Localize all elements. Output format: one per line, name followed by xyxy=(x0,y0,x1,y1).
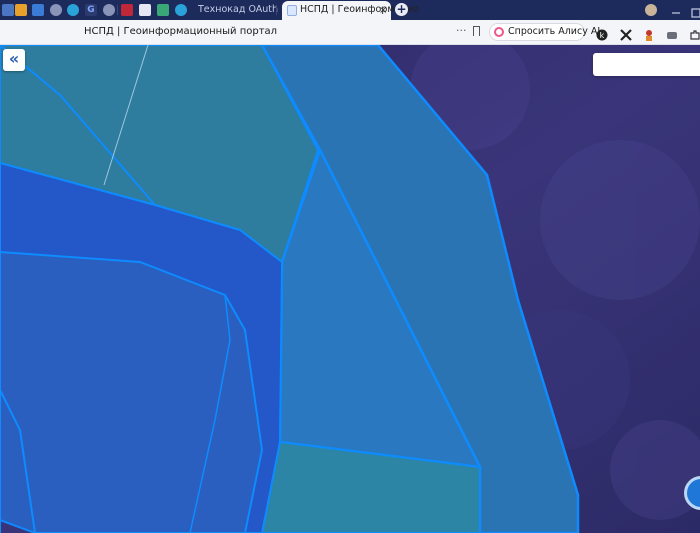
extension-k-icon[interactable]: k xyxy=(596,26,608,41)
more-options-icon[interactable]: ··· xyxy=(456,20,467,42)
page-title: НСПД | Геоинформационный портал xyxy=(84,26,278,37)
tab-close-button[interactable]: × xyxy=(379,1,387,20)
new-tab-button[interactable]: + xyxy=(395,3,408,16)
tab-separator xyxy=(276,5,277,15)
browser-toolbar: НСПД | Геоинформационный портал ··· Спро… xyxy=(0,20,700,45)
extension-figure-icon[interactable] xyxy=(643,26,655,41)
profile-avatar-icon[interactable] xyxy=(645,4,657,16)
bookmark-icon[interactable] xyxy=(473,26,480,36)
collapse-panel-button[interactable]: « xyxy=(3,49,25,71)
svg-text:k: k xyxy=(600,31,605,40)
mail-icon[interactable] xyxy=(32,4,44,16)
tab-nspd-active[interactable]: НСПД | Геоинформацио × xyxy=(282,1,419,20)
map-search-input[interactable] xyxy=(593,53,700,76)
ask-alice-label: Спросить Алису AI xyxy=(508,26,601,37)
vk-icon[interactable] xyxy=(2,4,14,16)
extensions-puzzle-icon[interactable] xyxy=(689,26,700,40)
extension-gray-icon[interactable] xyxy=(666,26,678,39)
browser-tab-strip: G Технокад OAuth НСПД | Геоинформацио × … xyxy=(0,0,700,20)
tab-separator xyxy=(117,5,118,15)
ask-alice-button[interactable]: Спросить Алису AI xyxy=(489,23,600,41)
globe-icon[interactable] xyxy=(103,4,115,16)
window-minimize-icon[interactable] xyxy=(670,4,682,16)
doc-icon xyxy=(287,5,297,16)
doc-icon[interactable] xyxy=(157,4,169,16)
telegram-icon[interactable] xyxy=(67,4,79,16)
window-maximize-icon[interactable] xyxy=(690,4,700,18)
doc-icon[interactable] xyxy=(139,4,151,16)
map-canvas[interactable] xyxy=(0,45,700,533)
tab-title-technokad[interactable]: Технокад OAuth xyxy=(198,0,278,20)
globe-icon[interactable] xyxy=(50,4,62,16)
extension-x-icon[interactable] xyxy=(620,26,632,41)
parcel-south-west[interactable] xyxy=(0,250,264,533)
telegram-icon[interactable] xyxy=(175,4,187,16)
map-viewport[interactable] xyxy=(0,45,700,533)
alice-icon xyxy=(494,27,504,37)
rosreestr-icon[interactable] xyxy=(121,4,133,16)
google-icon[interactable]: G xyxy=(85,4,97,16)
yandex-icon[interactable] xyxy=(15,4,27,16)
